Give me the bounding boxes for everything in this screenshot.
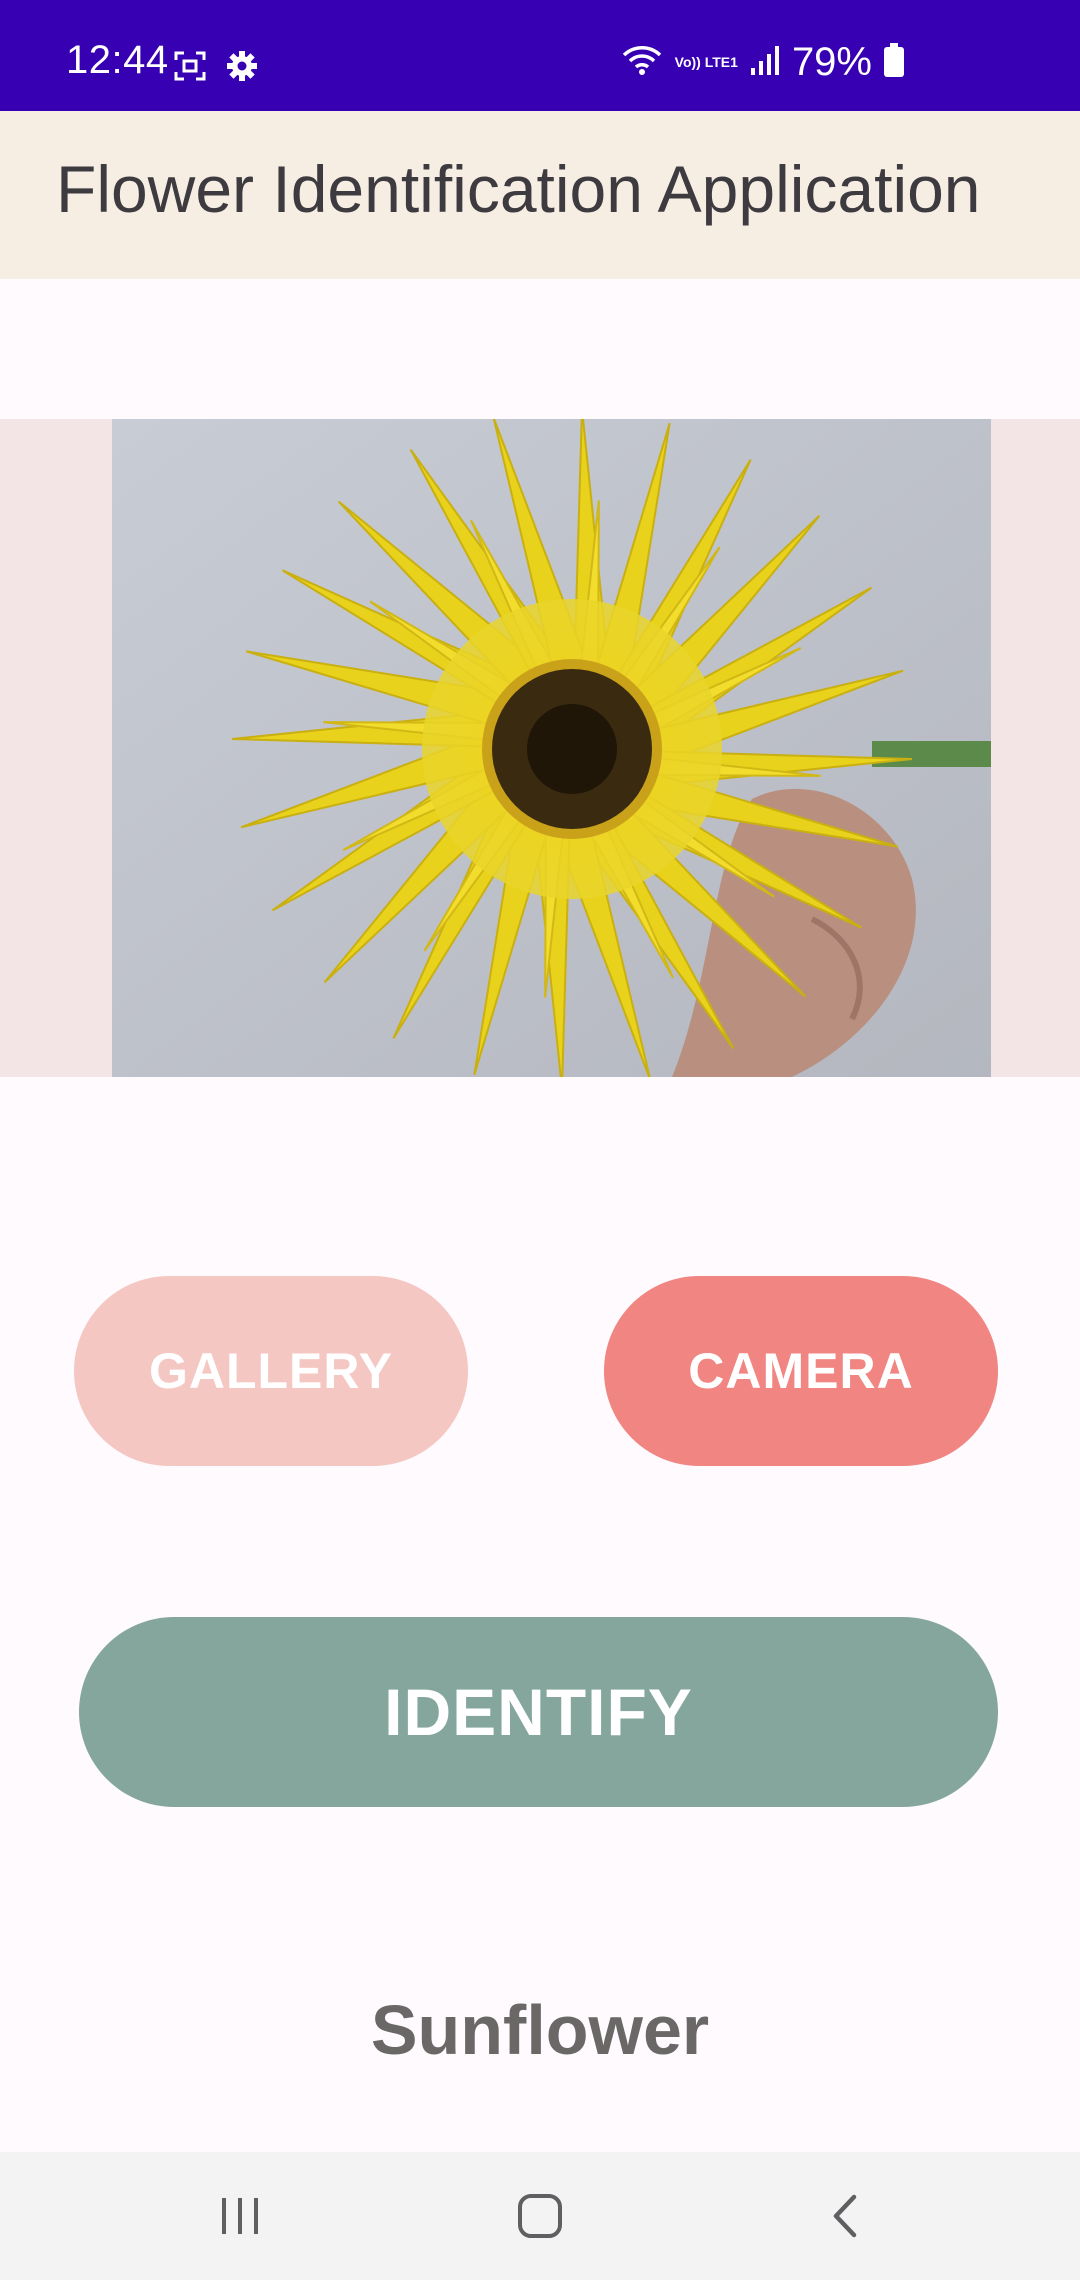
settings-icon xyxy=(226,50,258,87)
flower-image xyxy=(112,419,991,1077)
signal-icon xyxy=(750,44,780,81)
app-title: Flower Identification Application xyxy=(56,152,981,226)
status-time: 12:44 xyxy=(66,38,169,82)
image-preview-area xyxy=(0,419,1080,1077)
identify-button[interactable]: IDENTIFY xyxy=(79,1617,998,1807)
status-bar: 12:44 Vo)) LTE1 79% xyxy=(0,0,1080,111)
gallery-button[interactable]: GALLERY xyxy=(74,1276,468,1466)
back-icon[interactable] xyxy=(812,2184,876,2248)
battery-percent: 79% xyxy=(791,40,872,84)
app-bar: Flower Identification Application xyxy=(0,111,1080,279)
camera-button[interactable]: CAMERA xyxy=(604,1276,998,1466)
volte-icon: Vo)) LTE1 xyxy=(674,54,738,70)
result-label: Sunflower xyxy=(370,1991,710,2069)
battery-icon xyxy=(884,43,904,82)
screenshot-icon xyxy=(174,51,206,86)
navigation-bar xyxy=(0,2152,1080,2280)
wifi-icon xyxy=(621,43,663,82)
home-icon[interactable] xyxy=(508,2184,572,2248)
recents-icon[interactable] xyxy=(208,2184,272,2248)
